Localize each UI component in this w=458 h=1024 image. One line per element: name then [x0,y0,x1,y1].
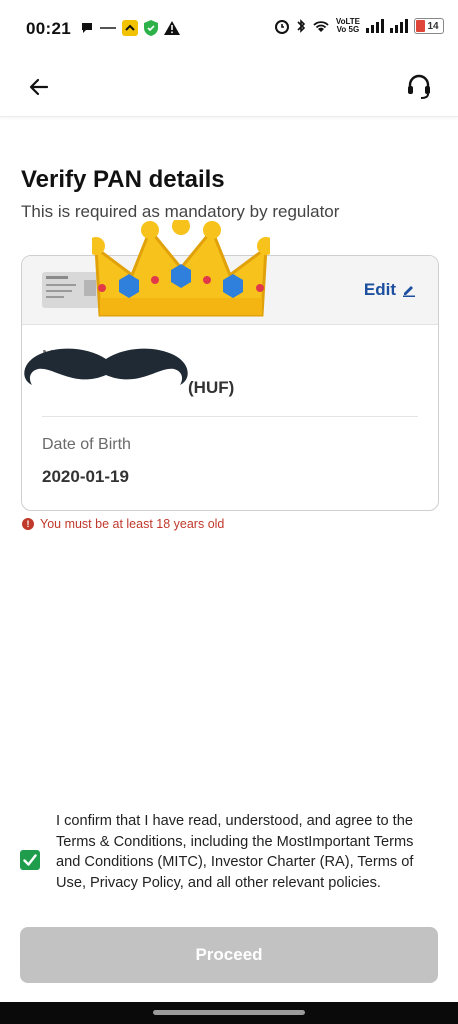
name-value: (HUF) [188,378,235,397]
mustache-emoji-sticker [24,348,188,385]
error-text: You must be at least 18 years old [40,517,225,531]
error-info-icon: ! [22,518,34,530]
system-nav-bar [0,1002,458,1024]
dob-value: 2020-01-19 [42,467,129,486]
warning-icon [164,21,180,35]
notification-icons [80,20,180,36]
shield-icon [144,20,158,36]
headset-icon[interactable] [404,71,434,101]
consent-text: I confirm that I have read, understood, … [56,813,414,891]
bluetooth-icon [297,19,305,33]
pencil-icon [403,286,415,297]
signal-icon [366,19,384,33]
battery-level: 14 [427,20,439,32]
battery-icon: 14 [414,18,444,34]
age-error-message: ! You must be at least 18 years old [22,517,224,531]
page-title: Verify PAN details [21,166,225,193]
crown-emoji-sticker [92,220,270,317]
home-gesture-pill[interactable] [153,1010,305,1015]
status-bar: 00:21 VoLTE Vo 5G 14 [0,0,458,58]
proceed-button[interactable]: Proceed [20,927,438,983]
chat-icon [82,23,92,33]
volte-indicator: VoLTE Vo 5G [336,18,360,34]
arrow-left-icon[interactable] [24,72,54,102]
system-icons: VoLTE Vo 5G 14 [274,18,444,34]
dob-label: Date of Birth [42,436,131,453]
wifi-icon [313,21,329,32]
edit-button[interactable]: Edit [364,280,416,300]
signal-icon-2 [390,19,408,33]
app-bar [0,58,458,117]
card-divider [42,416,418,417]
consent-checkbox[interactable] [20,850,40,870]
vo5g-label: Vo 5G [336,25,360,34]
edit-label: Edit [363,280,396,299]
app-badge-icon [122,20,138,36]
alarm-icon [274,20,289,34]
page-subtitle: This is required as mandatory by regulat… [21,202,340,221]
checkmark-icon [23,854,37,866]
status-time: 00:21 [26,19,71,38]
dots-icon [100,27,116,29]
